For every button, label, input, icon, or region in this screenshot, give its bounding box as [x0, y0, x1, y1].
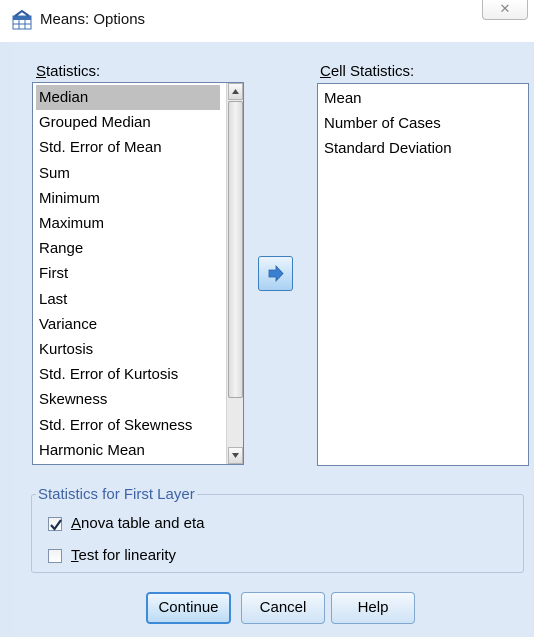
close-icon: ✕	[499, 1, 511, 16]
title-bar[interactable]: Means: Options ✕	[0, 0, 534, 42]
cell-statistics-listbox[interactable]: Mean Number of Cases Standard Deviation	[317, 83, 529, 466]
statistics-list-item[interactable]: Sum	[36, 161, 220, 186]
scroll-thumb[interactable]	[228, 101, 243, 398]
linearity-label: Test for linearity	[71, 547, 177, 564]
spss-table-icon	[12, 9, 34, 30]
cell-statistics-list-item[interactable]: Number of Cases	[321, 111, 524, 136]
statistics-list-item[interactable]: Skewness	[36, 387, 220, 412]
checkmark-icon	[50, 519, 62, 531]
help-button[interactable]: Help	[331, 592, 415, 624]
first-layer-legend: Statistics for First Layer	[38, 486, 195, 503]
statistics-list-item[interactable]: Std. Error of Skewness	[36, 413, 220, 438]
statistics-list-item[interactable]: Harmonic Mean	[36, 438, 220, 463]
linearity-checkbox[interactable]	[48, 549, 62, 563]
right-arrow-icon	[268, 264, 284, 283]
statistics-list-item[interactable]: Median	[36, 85, 220, 110]
cancel-button[interactable]: Cancel	[241, 592, 325, 624]
cell-statistics-list-item[interactable]: Standard Deviation	[321, 136, 524, 161]
statistics-list-item[interactable]: First	[36, 261, 220, 286]
anova-checkbox[interactable]	[48, 517, 62, 531]
statistics-list-item[interactable]: Last	[36, 287, 220, 312]
scroll-up-button[interactable]	[228, 83, 243, 100]
scroll-down-button[interactable]	[228, 447, 243, 464]
statistics-list-item[interactable]: Std. Error of Mean	[36, 135, 220, 160]
cell-statistics-label: Cell Statistics:	[320, 63, 415, 80]
means-options-dialog: Means: Options ✕ Statistics: Median Group…	[0, 0, 534, 637]
close-button[interactable]: ✕	[482, 0, 528, 20]
window-title: Means: Options	[40, 11, 146, 28]
statistics-list-item[interactable]: Minimum	[36, 186, 220, 211]
cell-statistics-list-item[interactable]: Mean	[321, 86, 524, 111]
scroll-up-icon	[232, 89, 239, 94]
statistics-list-item[interactable]: Kurtosis	[36, 337, 220, 362]
statistics-label: Statistics:	[36, 63, 101, 80]
scroll-down-icon	[232, 453, 239, 458]
anova-label: Anova table and eta	[71, 515, 205, 532]
continue-button[interactable]: Continue	[146, 592, 231, 624]
statistics-list-item[interactable]: Maximum	[36, 211, 220, 236]
statistics-list-item[interactable]: Std. Error of Kurtosis	[36, 362, 220, 387]
statistics-list-item[interactable]: Grouped Median	[36, 110, 220, 135]
statistics-scrollbar[interactable]	[226, 83, 243, 464]
statistics-list-item[interactable]: Variance	[36, 312, 220, 337]
statistics-list-item[interactable]: Range	[36, 236, 220, 261]
move-to-cell-statistics-button[interactable]	[258, 256, 293, 291]
statistics-listbox[interactable]: Median Grouped Median Std. Error of Mean Su…	[32, 82, 244, 465]
